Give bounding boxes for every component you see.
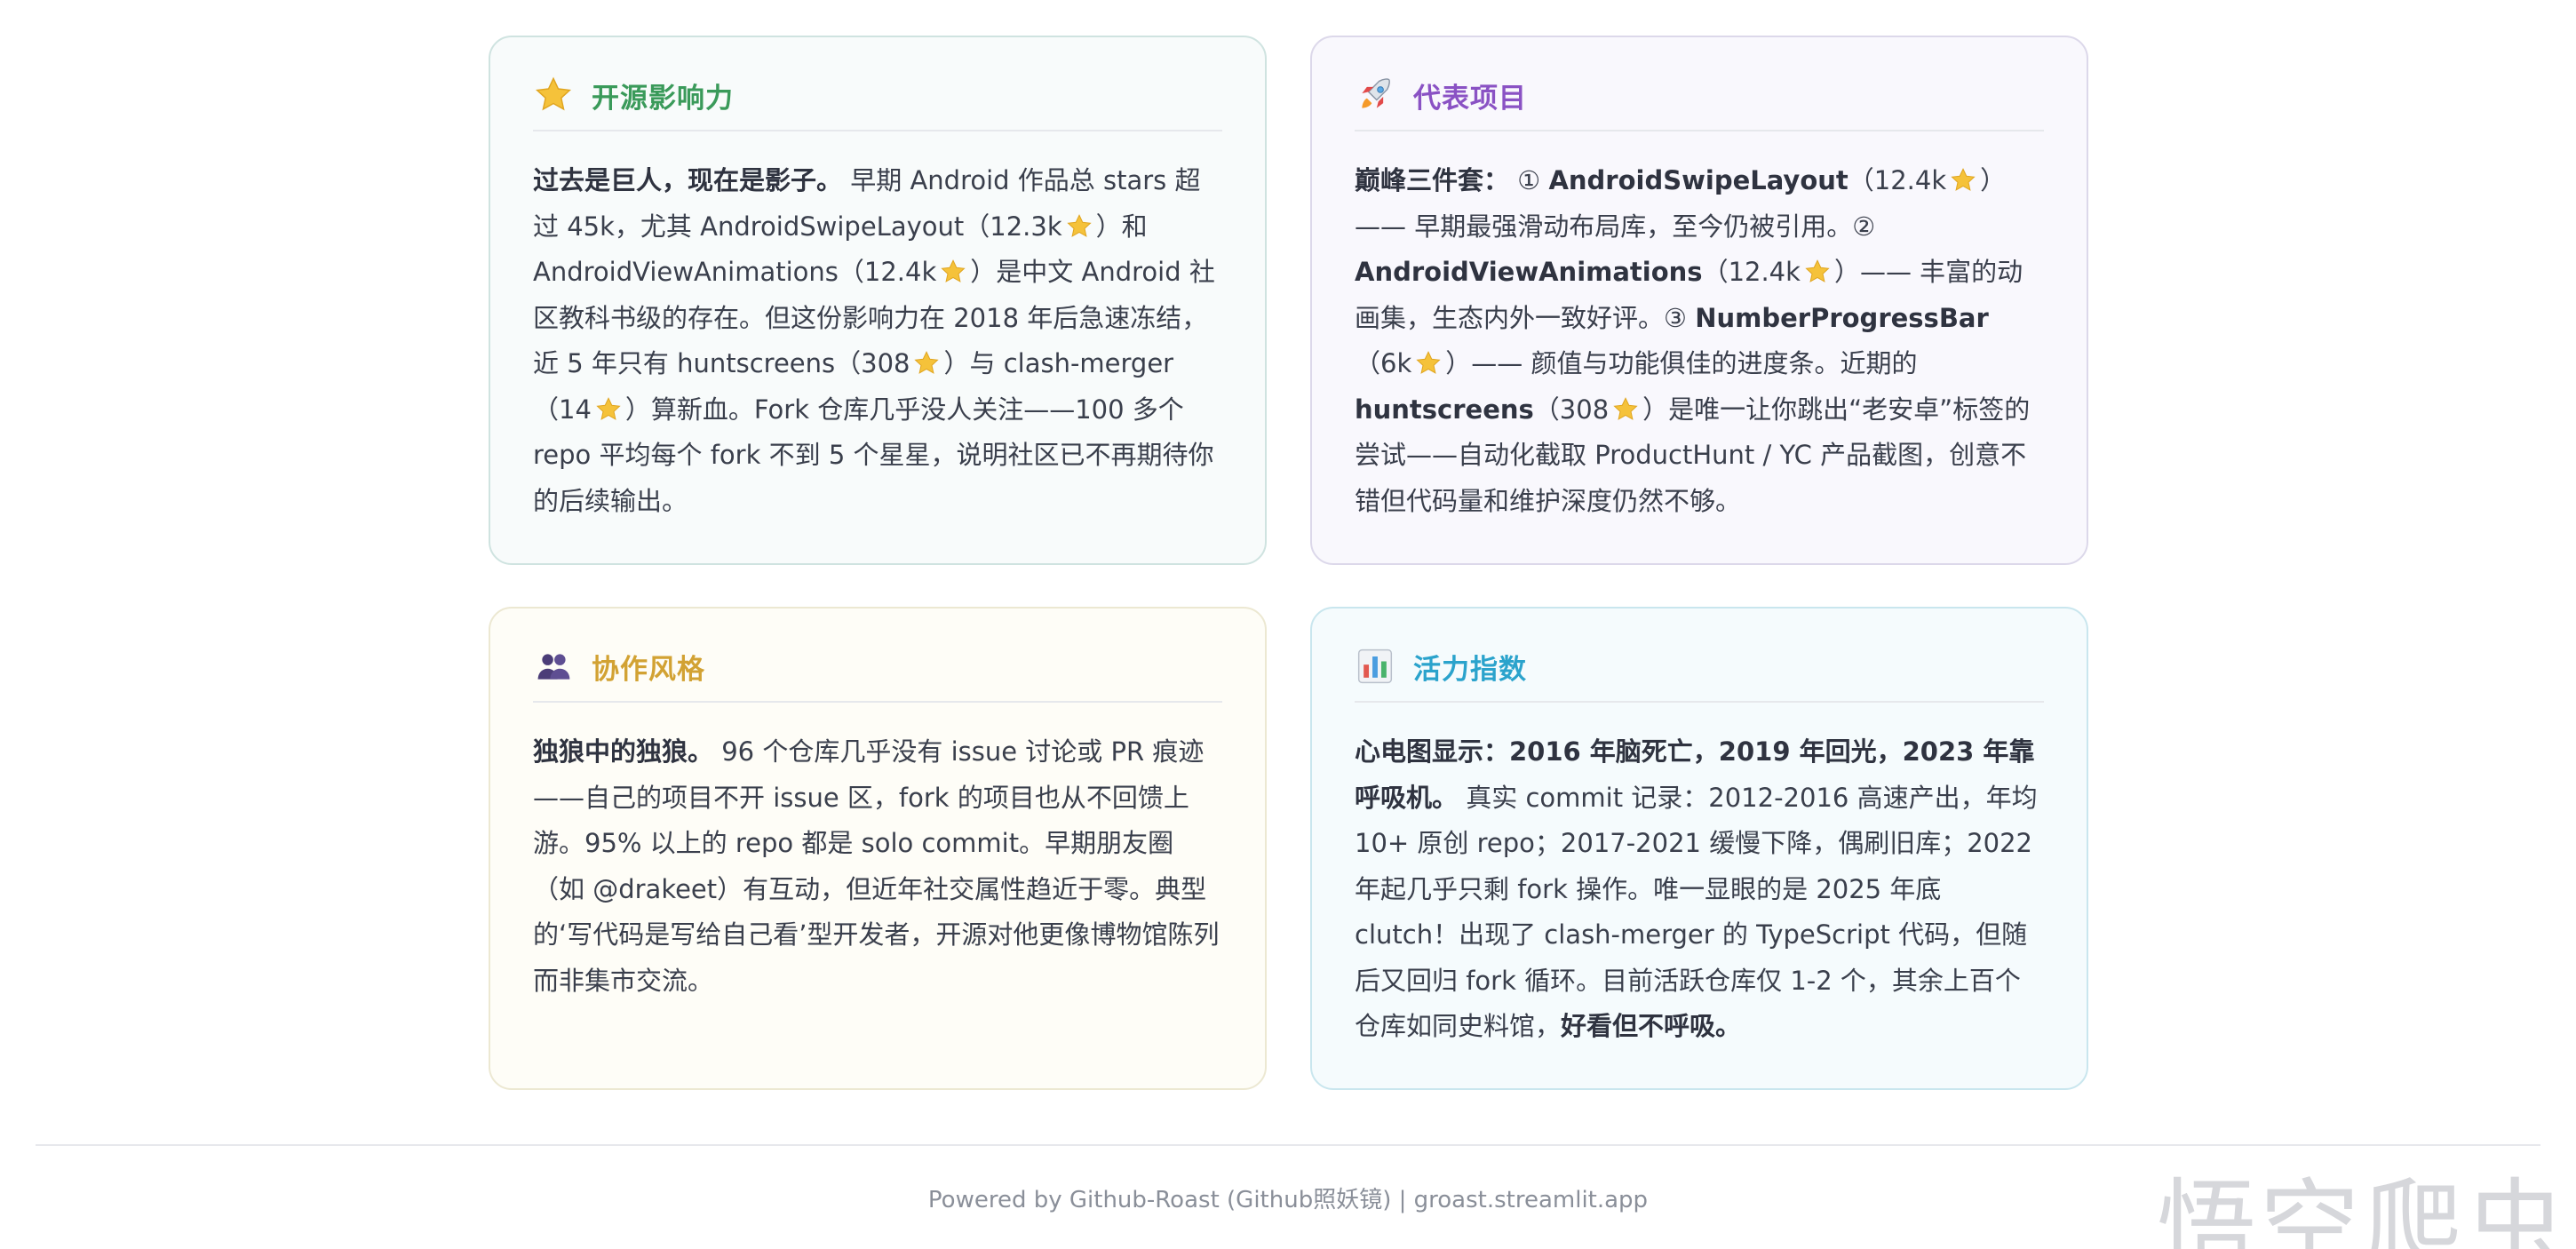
projects-card-header: 代表项目 [1355,76,2044,131]
projects-text-2: （12.4k [1848,165,1947,195]
influence-card-title: 开源影响力 [592,82,734,115]
projects-text-4: （12.4k [1702,257,1801,287]
projects-card-title: 代表项目 [1413,82,1527,115]
influence-card-header: 开源影响力 [533,76,1222,131]
projects-lead: 巅峰三件套： [1355,165,1510,195]
vitality-card-body: 心电图显示：2016 年脑死亡，2019 年回光，2023 年靠呼吸机。 真实 … [1355,729,2044,1050]
collab-card-title: 协作风格 [592,653,705,686]
star-icon [911,346,942,374]
projects-text-6: （6k [1355,348,1412,378]
star-icon [533,75,574,115]
projects-text-1: ① [1509,165,1549,195]
collab-lead: 独狼中的独狼。 [533,736,714,767]
projects-card: 代表项目 巅峰三件套： ① AndroidSwipeLayout（12.4k ）—… [1310,36,2088,565]
projects-text-7: ）—— 颜值与功能俱佳的进度条。近期的 [1445,348,1918,378]
vitality-closing: 好看但不呼吸。 [1561,1011,1742,1041]
people-icon [533,646,574,687]
rocket-icon [1355,75,1395,115]
star-icon [1413,346,1443,374]
project-name-swipelayout: AndroidSwipeLayout [1548,165,1849,195]
projects-card-body: 巅峰三件套： ① AndroidSwipeLayout（12.4k ）—— 早期最… [1355,158,2044,524]
vitality-card: 活力指数 心电图显示：2016 年脑死亡，2019 年回光，2023 年靠呼吸机… [1310,607,2088,1090]
collab-card-body: 独狼中的独狼。 96 个仓库几乎没有 issue 讨论或 PR 痕迹——自己的项… [533,729,1222,1004]
bar-chart-icon [1355,646,1395,687]
project-name-progressbar: NumberProgressBar [1695,302,1989,333]
influence-lead: 过去是巨人，现在是影子。 [533,165,843,195]
collab-card: 协作风格 独狼中的独狼。 96 个仓库几乎没有 issue 讨论或 PR 痕迹—… [489,607,1267,1090]
influence-text-5: ）算新血。Fork 仓库几乎没人关注——100 多个 repo 平均每个 for… [533,394,1214,516]
star-icon [1802,254,1833,282]
star-icon [1064,209,1094,237]
watermark: 悟空爬虫 [2157,1169,2569,1249]
collab-text-1: 96 个仓库几乎没有 issue 讨论或 PR 痕迹——自己的项目不开 issu… [533,736,1220,996]
collab-card-header: 协作风格 [533,648,1222,703]
project-name-viewanimations: AndroidViewAnimations [1355,257,1703,287]
influence-card: 开源影响力 过去是巨人，现在是影子。 早期 Android 作品总 stars … [489,36,1267,565]
star-icon [1948,163,1978,191]
star-icon [593,392,624,420]
project-name-huntscreens: huntscreens [1355,394,1534,425]
influence-card-body: 过去是巨人，现在是影子。 早期 Android 作品总 stars 超过 45k… [533,158,1222,524]
report-page: 开源影响力 过去是巨人，现在是影子。 早期 Android 作品总 stars … [0,0,2576,1249]
star-icon [938,254,968,282]
projects-text-8: （308 [1533,394,1610,425]
vitality-card-header: 活力指数 [1355,648,2044,703]
vitality-text-1: 真实 commit 记录：2012-2016 高速产出，年均 10+ 原创 re… [1355,782,2038,1042]
vitality-card-title: 活力指数 [1413,653,1527,686]
star-icon [1610,392,1641,420]
